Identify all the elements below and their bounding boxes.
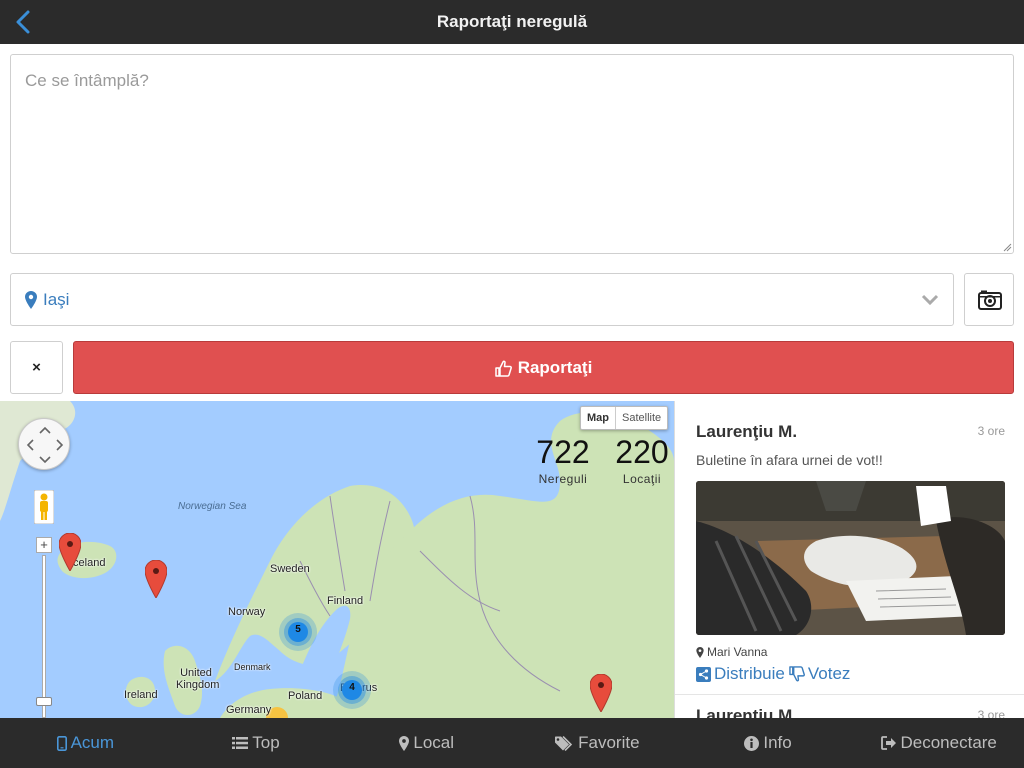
tab-info[interactable]: Info: [683, 718, 854, 768]
stat-issues-label: Nereguli: [538, 472, 588, 486]
tab-label: Top: [252, 733, 280, 752]
map-marker-pin[interactable]: [145, 560, 167, 598]
map-type-map-button[interactable]: Map: [581, 407, 616, 429]
resize-grip-icon[interactable]: [1002, 242, 1012, 252]
map-marker-icon: [399, 735, 410, 751]
post-location-label: Mari Vanna: [707, 645, 768, 659]
map-label-country: Norway: [228, 606, 266, 618]
feed-post: Laurenţiu M. 3 ore: [675, 685, 1024, 718]
info-circle-icon: [744, 735, 760, 751]
zoom-in-button[interactable]: +: [36, 537, 52, 553]
tab-top[interactable]: Top: [171, 718, 342, 768]
map-label-country: United Kingdom: [176, 667, 220, 691]
clear-button[interactable]: ×: [10, 341, 63, 394]
page-title: Raportaţi neregulă: [436, 12, 588, 31]
bottom-nav: Acum Top Local Favorite Info Deconectare: [0, 718, 1024, 768]
tags-icon: [555, 735, 573, 751]
camera-icon: [978, 290, 1002, 310]
mobile-icon: [56, 735, 67, 751]
cluster-count: 5: [295, 624, 301, 635]
post-location: Mari Vanna: [696, 645, 767, 659]
ballots-photo-image: [696, 481, 1005, 635]
location-value: Iaşi: [43, 290, 70, 309]
map-label-country: Finland: [327, 595, 364, 607]
map-label-sea: Norwegian Sea: [178, 501, 247, 512]
cluster-count: 4: [349, 682, 355, 693]
map-pan-control[interactable]: [18, 418, 70, 470]
post-author[interactable]: Laurenţiu M.: [696, 706, 797, 718]
stat-locations: 220 Locaţii: [612, 432, 672, 486]
top-bar: Raportaţi neregulă: [0, 0, 1024, 44]
street-view-pegman-icon[interactable]: [34, 490, 54, 524]
tab-label: Favorite: [578, 733, 640, 752]
tab-favorite[interactable]: Favorite: [512, 718, 683, 768]
post-time: 3 ore: [977, 424, 1005, 438]
map-cluster[interactable]: 5: [278, 612, 318, 652]
tab-local[interactable]: Local: [341, 718, 512, 768]
map-marker-pin[interactable]: [59, 533, 81, 571]
map-label-country: Germany: [226, 704, 272, 716]
list-icon: [232, 737, 249, 749]
stat-issues: 722 Nereguli: [534, 432, 592, 486]
thumbs-up-icon: [494, 360, 512, 377]
chevron-down-icon: [921, 294, 939, 306]
feed-post: Laurenţiu M. 3 ore Buletine în afara urn…: [675, 401, 1024, 695]
tab-deconectare[interactable]: Deconectare: [853, 718, 1024, 768]
zoom-control: +: [34, 537, 54, 718]
report-button-label: Raportaţi: [517, 358, 593, 377]
map-type-toggle: Map Satellite: [580, 406, 669, 430]
post-text: Buletine în afara urnei de vot!!: [696, 452, 883, 468]
report-text-input[interactable]: [10, 54, 1014, 254]
stat-issues-value: 722: [536, 434, 590, 470]
tab-label: Deconectare: [900, 733, 997, 752]
map-label-country: Ireland: [124, 689, 158, 701]
thumbs-down-icon: [789, 666, 805, 682]
location-select[interactable]: Iaşi: [10, 273, 954, 326]
pan-arrows-icon: [26, 426, 64, 464]
stat-locations-value: 220: [615, 434, 669, 470]
tab-acum[interactable]: Acum: [0, 718, 171, 768]
report-feed[interactable]: Laurenţiu M. 3 ore Buletine în afara urn…: [674, 401, 1024, 718]
map-label-country: Poland: [288, 690, 323, 702]
map-marker-pin[interactable]: [590, 674, 612, 712]
share-button[interactable]: Distribuie: [696, 664, 785, 684]
post-author[interactable]: Laurenţiu M.: [696, 422, 797, 442]
map-type-satellite-button[interactable]: Satellite: [616, 407, 667, 429]
vote-label: Votez: [807, 664, 851, 683]
map-label-country: Sweden: [270, 563, 310, 575]
zoom-slider-handle[interactable]: [36, 697, 52, 706]
post-actions: Distribuie Votez: [696, 664, 850, 684]
report-button[interactable]: Raportaţi: [73, 341, 1014, 394]
share-label: Distribuie: [714, 664, 785, 683]
camera-button[interactable]: [964, 273, 1014, 326]
tab-label: Info: [763, 733, 792, 752]
map-marker-icon: [25, 291, 37, 309]
sign-out-icon: [880, 736, 896, 750]
vote-button[interactable]: Votez: [789, 664, 851, 684]
map-label-country: Denmark: [234, 662, 271, 672]
post-time: 3 ore: [977, 708, 1005, 718]
map-cluster[interactable]: 4: [332, 670, 372, 710]
zoom-slider-track[interactable]: [42, 555, 46, 718]
stat-locations-label: Locaţii: [622, 472, 662, 486]
share-square-icon: [696, 666, 711, 682]
app: Raportaţi neregulă Iaşi × Rapo: [0, 0, 1024, 768]
tab-label: Local: [413, 733, 454, 752]
map-marker-icon: [696, 646, 704, 658]
tab-label: Acum: [70, 733, 115, 752]
post-photo[interactable]: [696, 481, 1005, 635]
